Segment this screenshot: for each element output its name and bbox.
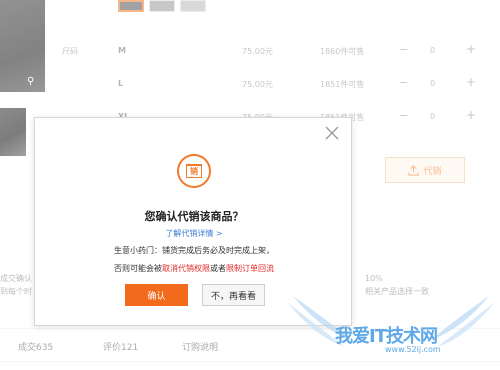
cancel-button[interactable]: 不，再看看: [202, 284, 265, 306]
tip-line-2: 否则可能会被取消代销权限或者限制订单回流: [35, 263, 353, 274]
tip-text: 否则可能会被: [114, 264, 162, 273]
cancel-permission-link[interactable]: 取消代销权限: [162, 264, 210, 273]
consign-details-link[interactable]: 了解代销详情 >: [35, 228, 353, 239]
restrict-order-link[interactable]: 限制订单回流: [226, 264, 274, 273]
tip-line-1: 生意小药门：铺货完成后务必及时完成上架，: [114, 246, 274, 255]
confirm-button[interactable]: 确认: [125, 284, 188, 306]
tip-text: 或者: [210, 264, 226, 273]
dialog-title: 您确认代销该商品？: [144, 210, 244, 223]
watermark-url: www.52ij.com: [385, 345, 441, 354]
badge-char: 销: [186, 164, 202, 178]
consign-badge-icon: 销: [177, 154, 211, 188]
close-icon[interactable]: [325, 126, 339, 140]
